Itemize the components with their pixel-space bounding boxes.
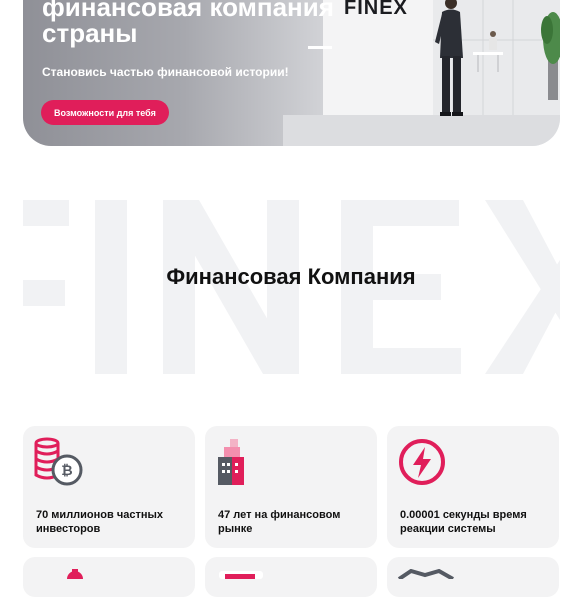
handshake-icon [397,569,454,579]
lightning-icon [399,439,445,485]
opportunities-button[interactable]: Возможности для тебя [41,100,169,125]
hero-subtitle: Становись частью финансовой истории! [42,65,289,79]
coins-bitcoin-icon: ₿ [34,437,83,486]
hero-title: финансовая компания страны [42,0,334,48]
feature-card-speed: 0.00001 секунды время реакции системы [387,426,559,548]
feature-card-row2-1 [23,557,195,597]
hero-banner: FINEX финансовая компания страны Станови… [23,0,560,146]
feature-card-investors: ₿ 70 миллионов частных инвесторов [23,426,195,548]
feature-card-row2-3 [387,557,559,597]
feature-text: 70 миллионов частных инвесторов [36,509,163,535]
feature-text: 0.00001 секунды время реакции системы [400,509,527,535]
feature-card-row2-2 [205,557,377,597]
feature-card-years: 47 лет на финансовом рынке [205,426,377,548]
gear-icon [67,569,83,579]
section-title: Финансовая Компания [166,264,416,289]
feature-text: 47 лет на финансовом рынке [218,509,341,535]
card-icon [219,571,263,579]
building-icon [218,439,244,485]
svg-text:₿: ₿ [61,462,72,478]
